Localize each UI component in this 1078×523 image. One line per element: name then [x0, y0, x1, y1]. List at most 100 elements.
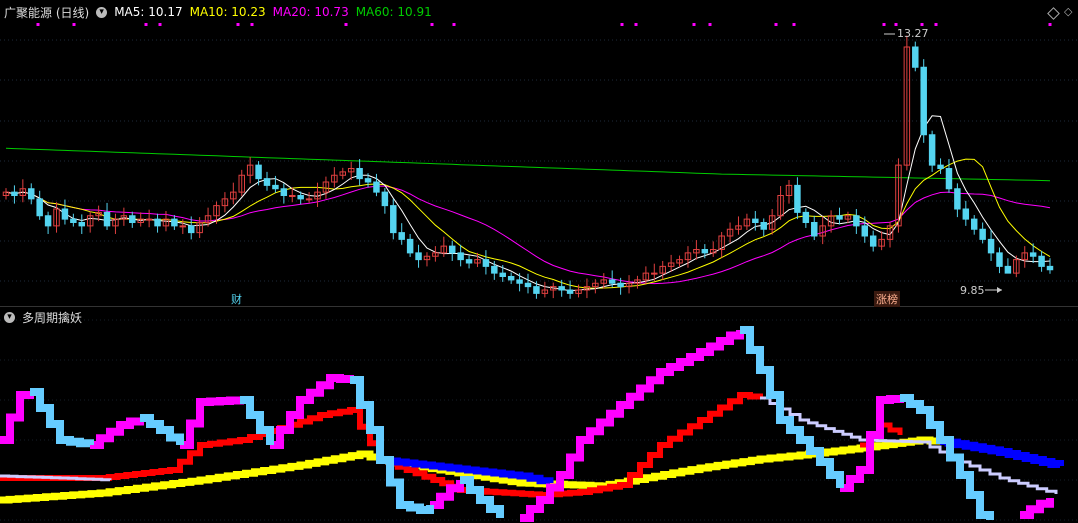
low-price-label: 9.85	[960, 284, 985, 297]
wave-down-1	[140, 414, 184, 445]
candle-body-60	[507, 276, 515, 281]
candle-body-66	[558, 286, 565, 291]
candle-body-1	[11, 191, 18, 196]
candle-body-117	[987, 238, 995, 254]
wave-down-4	[460, 476, 504, 518]
candle-body-17	[145, 218, 153, 221]
limit-marker-13	[774, 23, 778, 26]
candle-body-122	[1029, 252, 1037, 257]
limit-marker-6	[344, 23, 348, 26]
limit-marker-17	[920, 23, 924, 26]
limit-marker-5	[250, 23, 254, 26]
limit-up-marker: 涨榜	[874, 291, 900, 307]
candle-body-12	[103, 211, 111, 227]
candle-body-15	[129, 215, 136, 223]
candle-body-59	[499, 272, 506, 277]
chart-stage: 广聚能源 (日线) ▾ MA5: 10.17 MA10: 10.23 MA20:…	[0, 0, 1078, 523]
limit-marker-16	[894, 23, 898, 26]
candle-body-114	[962, 208, 970, 220]
limit-marker-0	[36, 23, 40, 26]
candle-body-8	[70, 218, 77, 223]
candle-body-109	[920, 66, 927, 136]
candle-body-63	[533, 286, 540, 294]
candle-body-9	[78, 222, 86, 227]
limit-marker-14	[792, 23, 796, 26]
candle-body-47	[398, 232, 405, 240]
limit-marker-2	[144, 23, 148, 26]
main-panel-header: 广聚能源 (日线) ▾ MA5: 10.17 MA10: 10.23 MA20:…	[4, 3, 439, 21]
wave-down-6	[900, 394, 994, 520]
main-panel-title: 广聚能源 (日线)	[4, 5, 90, 20]
candle-body-102	[861, 225, 869, 237]
high-price-label: 13.27	[897, 27, 929, 40]
candle-body-83	[701, 249, 709, 254]
candle-body-67	[566, 289, 574, 294]
candle-body-35	[297, 195, 304, 200]
ma60-line	[5, 147, 1051, 182]
candle-body-124	[1046, 265, 1054, 271]
candle-body-110	[928, 134, 936, 166]
limit-marker-7	[430, 23, 434, 26]
expand-chevron-icon[interactable]: ◇	[1064, 5, 1072, 18]
limit-marker-10	[634, 23, 638, 26]
candle-body-94	[794, 184, 801, 213]
limit-marker-3	[158, 23, 162, 26]
candle-body-49	[415, 252, 422, 261]
candle-body-115	[970, 218, 978, 230]
candle-body-31	[263, 178, 271, 186]
limit-marker-4	[236, 23, 240, 26]
candle-body-22	[187, 225, 195, 234]
wave-up-0	[0, 391, 34, 444]
candle-body-44	[373, 181, 380, 193]
candle-body-103	[869, 235, 877, 247]
candle-body-34	[289, 195, 296, 197]
candle-body-4	[36, 198, 43, 217]
candle-body-46	[390, 205, 397, 234]
candle-body-99	[836, 215, 843, 220]
candle-body-113	[954, 188, 961, 210]
candle-body-118	[996, 252, 1003, 267]
candle-body-42	[356, 168, 363, 180]
candle-body-7	[61, 208, 69, 220]
candle-body-73	[617, 282, 624, 288]
candle-body-119	[1004, 265, 1012, 274]
candle-body-112	[945, 168, 953, 190]
limit-marker-18	[934, 23, 938, 26]
chart-svg	[0, 23, 1078, 522]
limit-marker-19	[1048, 23, 1052, 26]
limit-marker-11	[692, 23, 696, 26]
candle-body-32	[272, 184, 279, 190]
sub-settings-circle-icon[interactable]: ▾	[4, 311, 15, 323]
wave-down-3	[350, 376, 434, 514]
limit-marker-8	[452, 23, 456, 26]
candle-body-55	[465, 259, 473, 264]
limit-marker-1	[72, 23, 76, 26]
candle-body-108	[912, 46, 919, 68]
ma5-line	[5, 115, 1051, 292]
candle-body-45	[381, 191, 389, 207]
candle-body-95	[802, 211, 810, 223]
candle-body-111	[937, 164, 944, 169]
candle-body-116	[979, 228, 986, 240]
wave-up-2	[180, 396, 244, 449]
candle-body-3	[28, 188, 35, 200]
legend-ma60: MA60: 10.91	[355, 5, 432, 19]
panel-separator	[0, 306, 1078, 307]
candle-body-48	[406, 238, 414, 254]
candle-body-18	[154, 218, 161, 227]
candle-body-123	[1038, 255, 1045, 267]
candle-body-58	[491, 265, 498, 274]
settings-circle-icon[interactable]: ▾	[96, 6, 108, 18]
candle-body-96	[811, 222, 818, 237]
low-arrow-head	[997, 287, 1002, 293]
candle-body-61	[516, 279, 523, 284]
candle-body-89	[752, 218, 759, 223]
candle-body-43	[364, 178, 372, 183]
limit-marker-15	[882, 23, 886, 26]
wave-up-5	[520, 330, 744, 522]
candle-body-57	[482, 259, 490, 267]
candle-body-90	[760, 222, 767, 230]
wave-up-7	[1020, 498, 1054, 519]
wave-up-1	[90, 417, 144, 449]
limit-marker-9	[620, 23, 624, 26]
